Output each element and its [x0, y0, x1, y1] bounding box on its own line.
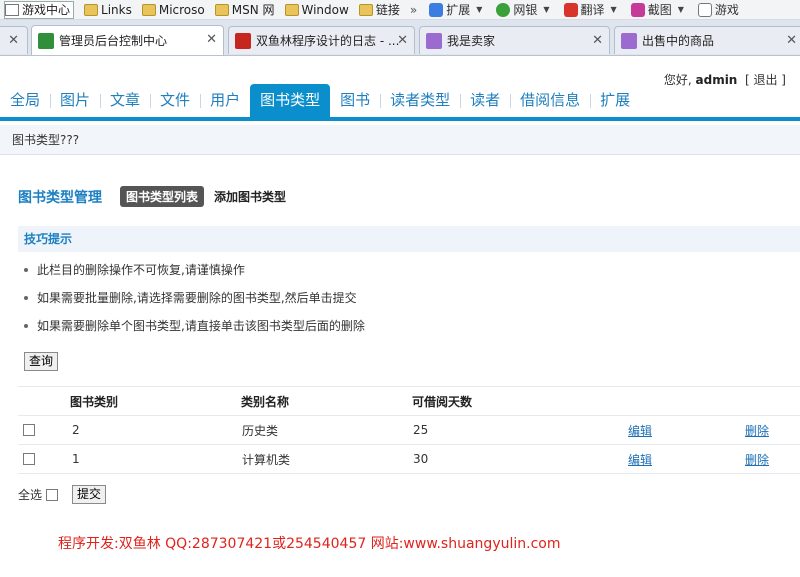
- nav-item-global[interactable]: 全局: [0, 84, 50, 117]
- nav-item-borrow-info[interactable]: 借阅信息: [510, 84, 590, 117]
- chevron-down-icon: ▼: [543, 5, 550, 14]
- cell-category-id: 2: [72, 423, 80, 437]
- edit-link[interactable]: 编辑: [628, 445, 652, 473]
- chevron-down-icon: ▼: [610, 5, 617, 14]
- table-header-row: 图书类别 类别名称 可借阅天数: [18, 386, 800, 416]
- browser-tab-blog[interactable]: 双鱼林程序设计的日志 - ... ✕: [228, 26, 415, 54]
- favorite-microsoft[interactable]: Microso: [141, 0, 205, 19]
- table-row: 2 历史类 25 编辑 删除: [18, 416, 800, 445]
- bullet-icon: [24, 323, 28, 328]
- tool-screenshot[interactable]: 截图 ▼: [630, 1, 684, 18]
- select-all-checkbox[interactable]: [46, 488, 59, 501]
- browser-tab-bar: ✕ 管理员后台控制中心 ✕ 双鱼林程序设计的日志 - ... ✕ 我是卖家 ✕ …: [0, 20, 800, 56]
- nav-item-users[interactable]: 用户: [200, 84, 250, 117]
- submit-button[interactable]: 提交: [72, 485, 107, 504]
- extensions-icon: [429, 2, 444, 17]
- select-all-label: 全选: [18, 488, 43, 502]
- blog-favicon-icon: [235, 32, 251, 49]
- nav-item-images[interactable]: 图片: [50, 84, 100, 117]
- favorite-game-center[interactable]: 游戏中心: [4, 0, 75, 19]
- browser-tab-seller[interactable]: 我是卖家 ✕: [419, 26, 610, 54]
- site-header: 您好, admin [ 退出 ] 全局 图片 文章 文件 用户 图书类型 图书 …: [0, 57, 800, 121]
- tab-book-type-list[interactable]: 图书类型列表: [120, 186, 205, 207]
- bullet-icon: [24, 267, 28, 272]
- section-header: 图书类型管理 图书类型列表 添加图书类型: [18, 186, 286, 207]
- favorite-msn[interactable]: MSN 网: [214, 0, 275, 19]
- delete-link[interactable]: 删除: [745, 416, 769, 444]
- page-favicon-icon: [38, 32, 54, 49]
- tip-item: 此栏目的删除操作不可恢复,请谨慎操作: [24, 261, 245, 278]
- close-icon[interactable]: ✕: [206, 32, 217, 47]
- browser-tab-items[interactable]: 出售中的商品 ✕: [614, 26, 800, 54]
- bullet-icon: [24, 295, 28, 300]
- game-center-icon: [5, 3, 19, 16]
- tool-netbank[interactable]: 网银 ▼: [496, 1, 550, 18]
- select-all-group: 全选: [18, 486, 59, 503]
- chevron-down-icon: ▼: [677, 5, 684, 14]
- tips-title: 技巧提示: [18, 226, 800, 252]
- browser-tab-partial[interactable]: ✕: [0, 26, 28, 54]
- nav-item-book-types[interactable]: 图书类型: [250, 84, 331, 117]
- folder-icon: [141, 3, 156, 16]
- nav-item-books[interactable]: 图书: [330, 84, 380, 117]
- close-icon[interactable]: ✕: [8, 33, 19, 48]
- browser-tab-admin[interactable]: 管理员后台控制中心 ✕: [31, 25, 224, 55]
- cell-borrow-days: 25: [413, 423, 429, 437]
- breadcrumb: 图书类型???: [0, 125, 800, 155]
- chevron-down-icon: ▼: [476, 5, 483, 14]
- folder-icon: [284, 3, 299, 16]
- folder-icon: [358, 3, 373, 16]
- taobao-favicon-icon: [621, 32, 637, 49]
- cell-borrow-days: 30: [413, 452, 429, 466]
- cell-type-name: 历史类: [242, 423, 279, 438]
- folder-icon: [214, 3, 229, 16]
- netbank-icon: [496, 2, 511, 17]
- nav-item-articles[interactable]: 文章: [100, 84, 150, 117]
- folder-icon: [84, 3, 99, 16]
- more-favorites-chevron[interactable]: »: [410, 3, 417, 17]
- nav-item-readers[interactable]: 读者: [460, 84, 510, 117]
- tool-games[interactable]: 游戏: [697, 1, 739, 18]
- tool-extensions[interactable]: 扩展 ▼: [429, 1, 482, 18]
- nav-item-reader-types[interactable]: 读者类型: [380, 84, 460, 117]
- row-checkbox[interactable]: [23, 453, 35, 465]
- toolbar-tools: 扩展 ▼ 网银 ▼ 翻译 ▼ 截图 ▼ 游戏: [429, 1, 753, 18]
- tip-item: 如果需要批量删除,请选择需要删除的图书类型,然后单击提交: [24, 289, 357, 306]
- row-checkbox[interactable]: [23, 424, 35, 436]
- close-icon[interactable]: ✕: [397, 33, 408, 48]
- gamepad-icon: [697, 2, 712, 17]
- favorites-bar: 游戏中心 Links Microso MSN 网 Window 链接 » 扩展 ▼…: [0, 0, 800, 20]
- cell-type-name: 计算机类: [242, 452, 291, 467]
- screenshot-icon: [630, 2, 645, 17]
- developer-credit: 程序开发:双鱼林 QQ:287307421或254540457 网站:www.s…: [58, 536, 561, 552]
- delete-link[interactable]: 删除: [745, 445, 769, 473]
- favorite-windows[interactable]: Window: [284, 0, 349, 19]
- translate-icon: [563, 2, 578, 17]
- tip-item: 如果需要删除单个图书类型,请直接单击该图书类型后面的删除: [24, 317, 365, 334]
- taobao-favicon-icon: [426, 32, 442, 49]
- favorite-links-cn[interactable]: 链接: [358, 0, 400, 19]
- close-icon[interactable]: ✕: [786, 33, 797, 48]
- nav-item-files[interactable]: 文件: [150, 84, 200, 117]
- add-book-type-link[interactable]: 添加图书类型: [214, 188, 286, 205]
- col-header-days: 可借阅天数: [412, 394, 473, 409]
- tool-translate[interactable]: 翻译 ▼: [563, 1, 617, 18]
- main-nav: 全局 图片 文章 文件 用户 图书类型 图书 读者类型 读者 借阅信息 扩展: [0, 84, 800, 121]
- col-header-category: 图书类别: [70, 394, 119, 409]
- query-button[interactable]: 查询: [24, 352, 59, 371]
- col-header-name: 类别名称: [241, 394, 290, 409]
- book-type-table: 图书类别 类别名称 可借阅天数 2 历史类 25 编辑 删除 1 计算机类 30…: [18, 386, 800, 474]
- favorite-links[interactable]: Links: [84, 0, 132, 19]
- page-title: 图书类型管理: [18, 189, 102, 206]
- close-icon[interactable]: ✕: [592, 33, 603, 48]
- edit-link[interactable]: 编辑: [628, 416, 652, 444]
- cell-category-id: 1: [72, 452, 80, 466]
- nav-item-extensions[interactable]: 扩展: [590, 84, 640, 117]
- table-row: 1 计算机类 30 编辑 删除: [18, 445, 800, 474]
